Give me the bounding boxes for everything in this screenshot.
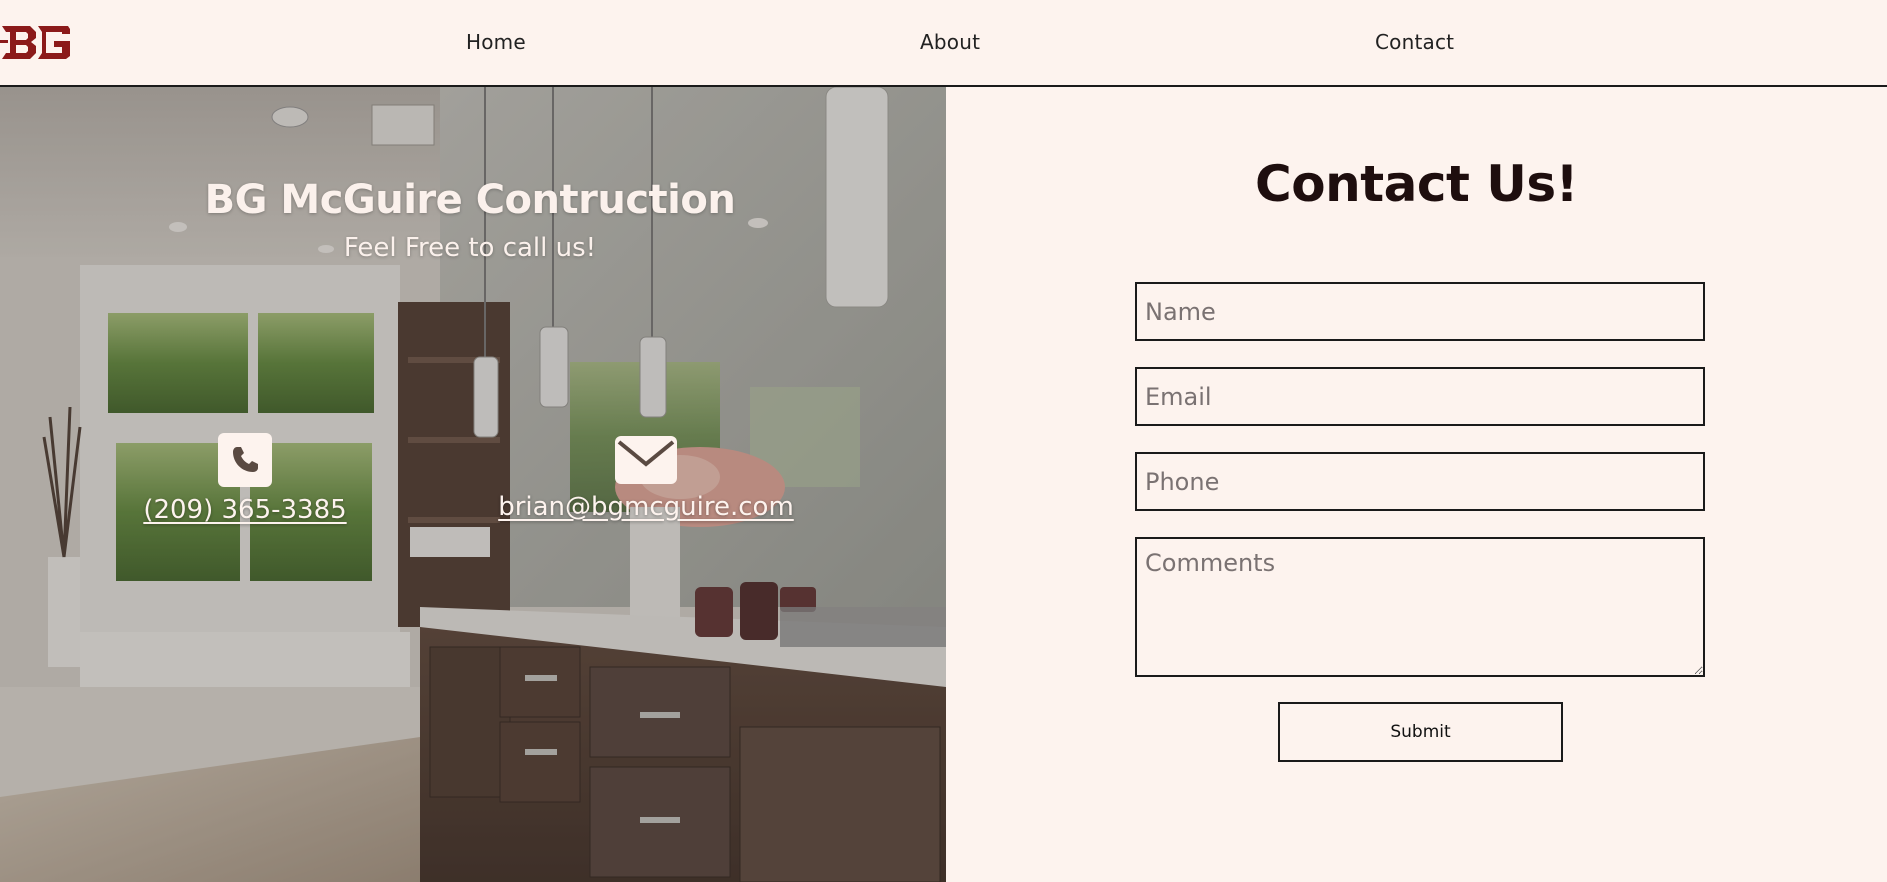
nav-contact-link[interactable]: Contact <box>1375 30 1454 54</box>
company-name-heading: BG McGuire Contruction <box>204 177 736 223</box>
phone-link[interactable]: (209) 365-3385 <box>140 495 350 525</box>
nav-about-link[interactable]: About <box>920 30 980 54</box>
phone-icon <box>218 433 272 487</box>
site-header: Home About Contact <box>0 0 1887 87</box>
comments-textarea[interactable] <box>1135 537 1705 677</box>
brand-logo[interactable] <box>0 20 72 64</box>
email-input[interactable] <box>1135 367 1705 426</box>
call-us-subtitle: Feel Free to call us! <box>343 233 597 263</box>
contact-form-panel: Contact Us! Submit <box>946 87 1887 882</box>
envelope-icon <box>615 436 677 484</box>
email-contact: brian@bgmcguire.com <box>490 433 802 522</box>
hero-section: BG McGuire Contruction Feel Free to call… <box>0 87 946 882</box>
contact-us-heading: Contact Us! <box>1255 155 1578 213</box>
name-input[interactable] <box>1135 282 1705 341</box>
bg-logo-icon <box>0 26 70 59</box>
nav-home-link[interactable]: Home <box>466 30 526 54</box>
phone-input[interactable] <box>1135 452 1705 511</box>
submit-button[interactable]: Submit <box>1278 702 1563 762</box>
email-link[interactable]: brian@bgmcguire.com <box>490 492 802 522</box>
phone-contact: (209) 365-3385 <box>140 433 350 525</box>
